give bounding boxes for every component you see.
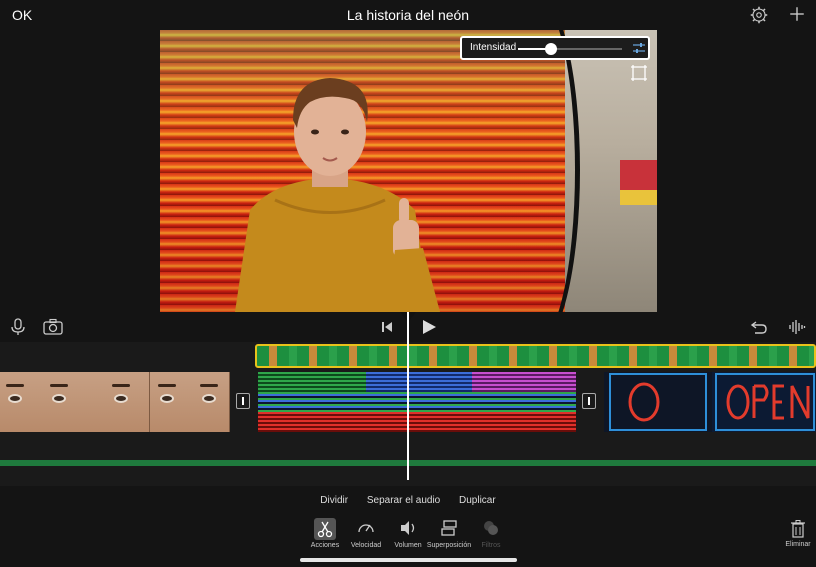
home-indicator[interactable]: [300, 558, 517, 562]
filters-icon: [484, 521, 498, 535]
eye: [52, 394, 66, 403]
microphone-icon[interactable]: [9, 318, 27, 336]
intensity-label: Intensidad: [470, 42, 517, 53]
neon-red-segment: [258, 412, 576, 432]
intensity-slider[interactable]: [518, 43, 622, 55]
adjust-sliders-icon[interactable]: [632, 41, 646, 55]
tool-actions-label: Acciones: [310, 542, 340, 549]
clip-open-sign[interactable]: [604, 372, 816, 432]
tool-filters-label: Filtros: [481, 542, 501, 549]
transition-button[interactable]: [236, 393, 250, 409]
neon-blue-segment: [366, 372, 472, 392]
video-preview[interactable]: [160, 30, 657, 312]
bottom-toolbar: Dividir Separar el audio Duplicar Accion…: [0, 486, 816, 567]
eyebrow: [6, 384, 24, 387]
neon-mixed-segment: [258, 392, 576, 412]
duplicate-button[interactable]: Duplicar: [459, 495, 496, 506]
delete-label: Eliminar: [785, 541, 811, 548]
plus-icon[interactable]: [788, 5, 806, 23]
play-icon[interactable]: [420, 318, 438, 336]
split-button[interactable]: Dividir: [320, 495, 348, 506]
eyebrow: [200, 384, 218, 387]
project-title: La historia del neón: [346, 7, 470, 23]
playhead[interactable]: [407, 312, 409, 480]
eye: [8, 394, 22, 403]
neon-pink-segment: [472, 372, 576, 392]
skip-to-start-icon[interactable]: [380, 318, 394, 336]
overlay-icon: [441, 520, 457, 536]
tool-volume-label: Volumen: [394, 542, 422, 549]
yellow-panel: [620, 190, 657, 205]
green-screen-edge: [490, 30, 580, 312]
speedometer-icon: [358, 524, 374, 533]
tool-speed-label: Velocidad: [350, 542, 382, 549]
tool-filters[interactable]: Filtros: [461, 518, 521, 549]
edit-actions: Dividir Separar el audio Duplicar: [0, 495, 816, 506]
detach-audio-button[interactable]: Separar el audio: [367, 495, 440, 506]
transition-button[interactable]: [582, 393, 596, 409]
eye: [202, 394, 216, 403]
eye: [114, 394, 128, 403]
eyebrow: [50, 384, 68, 387]
waveform-icon[interactable]: [788, 318, 806, 336]
clip-neon-tubes[interactable]: [258, 372, 576, 432]
trash-icon: [791, 520, 805, 538]
eyebrow: [112, 384, 130, 387]
eye: [160, 394, 174, 403]
gear-icon[interactable]: [750, 6, 768, 24]
scissors-icon: [317, 521, 333, 538]
actions-icon-bg: [314, 518, 336, 540]
intensity-slider-knob[interactable]: [545, 43, 558, 55]
crop-icon[interactable]: [630, 64, 648, 82]
top-bar: OK La historia del neón: [0, 0, 816, 30]
neon-green-segment: [258, 372, 366, 392]
eyebrow: [158, 384, 176, 387]
speaker-icon: [401, 521, 415, 535]
intensity-control: Intensidad: [460, 36, 650, 60]
undo-icon[interactable]: [750, 318, 768, 336]
clip-eyes-closeup[interactable]: [0, 372, 230, 432]
overlay-clip-green-screen[interactable]: [255, 344, 816, 368]
delete-button[interactable]: Eliminar: [780, 519, 816, 548]
presenter-figure: [235, 78, 440, 312]
camera-icon[interactable]: [43, 318, 63, 336]
